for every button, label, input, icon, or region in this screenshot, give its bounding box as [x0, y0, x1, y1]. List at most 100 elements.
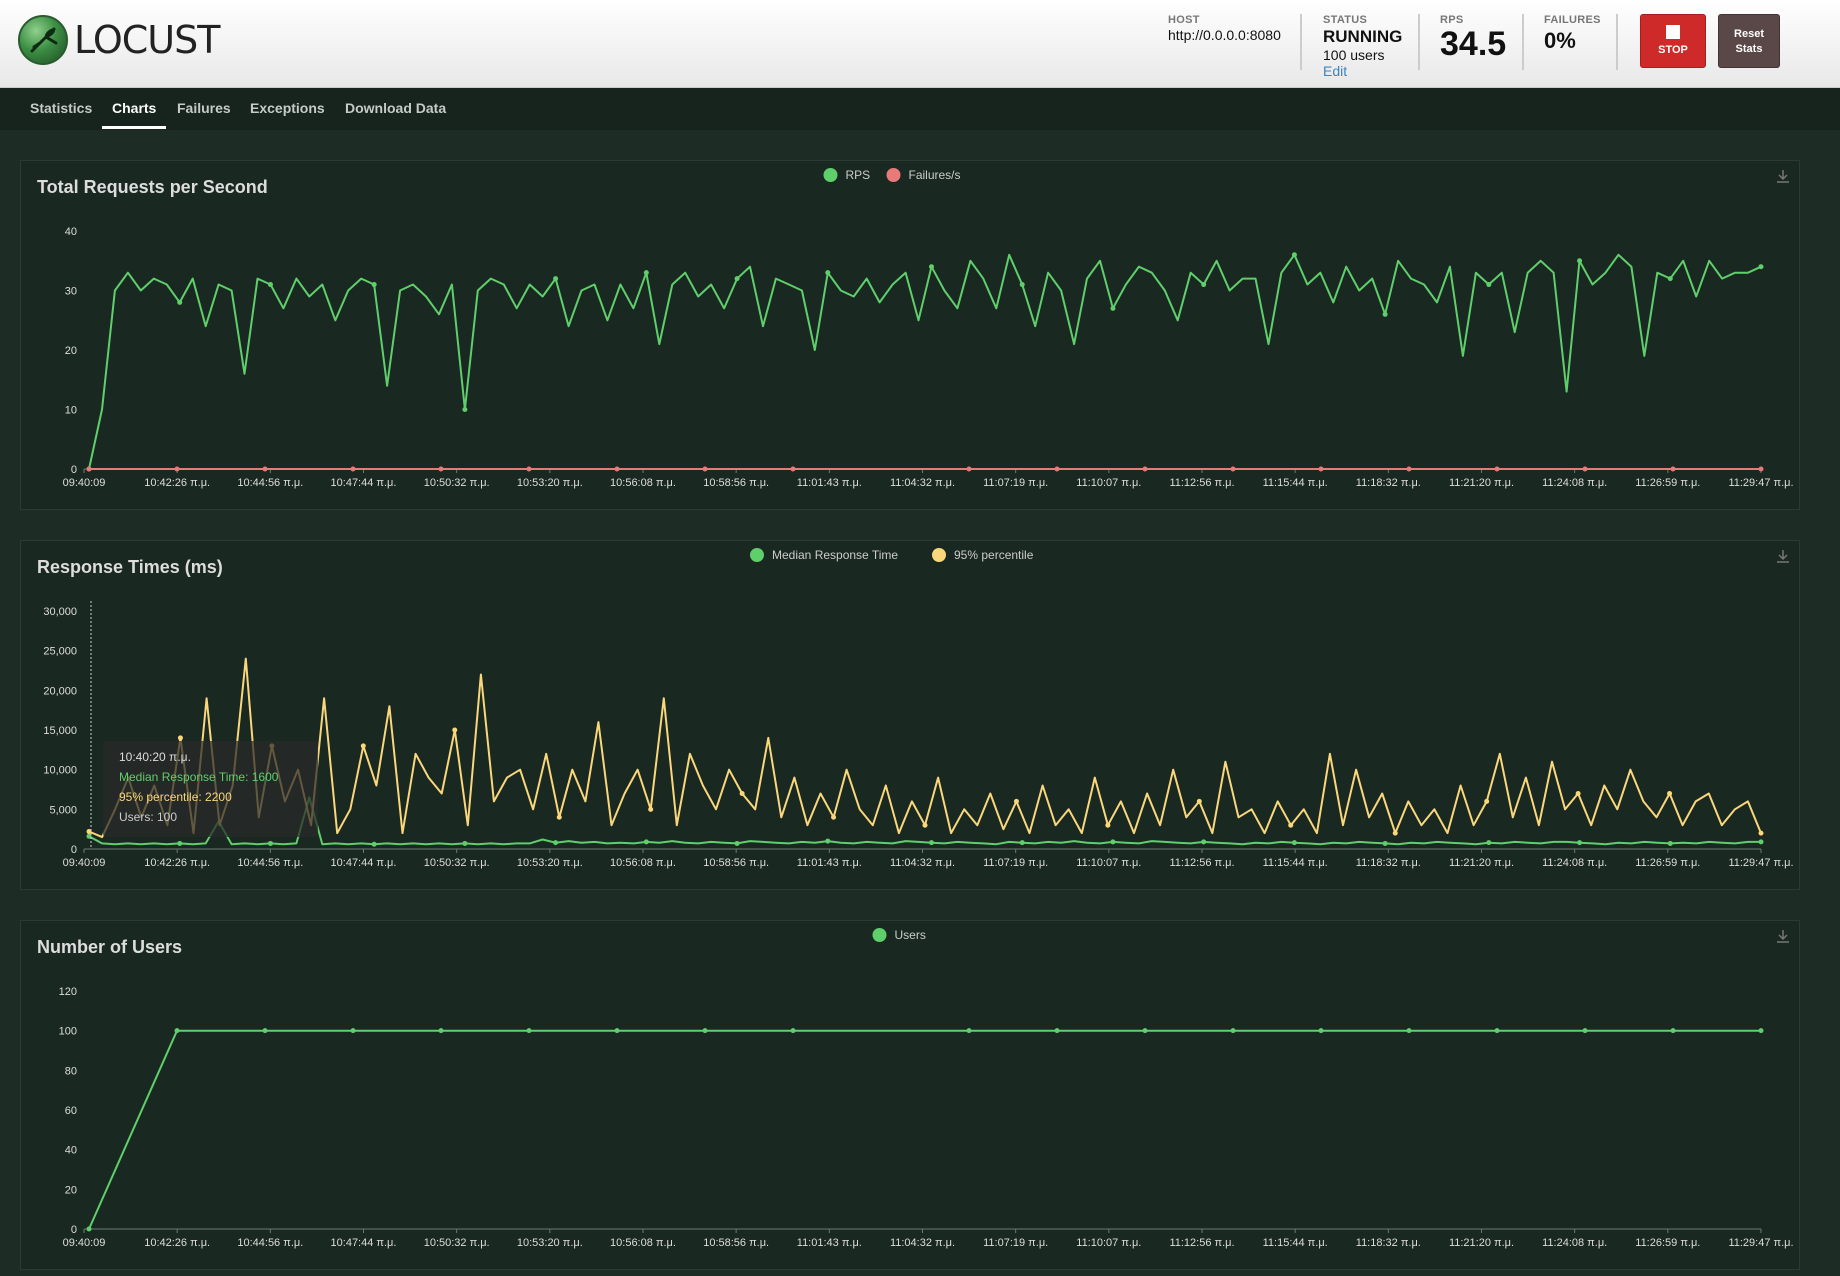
rps-chart: RPS Failures/s 0 10 20 30 40 09:40:09 10:42:26 π… — [63, 168, 1794, 489]
data-point — [371, 841, 377, 847]
stop-button[interactable]: STOP — [1640, 14, 1706, 68]
reset-stats-button[interactable]: Reset Stats — [1718, 14, 1780, 68]
data-point — [553, 276, 559, 282]
tab-exceptions[interactable]: Exceptions — [250, 100, 325, 116]
y-tick-label: 5,000 — [49, 804, 77, 816]
x-tick-label: 11:29:47 π.μ. — [1728, 477, 1793, 489]
data-point — [1142, 1028, 1148, 1034]
x-tick-label: 11:10:07 π.μ. — [1076, 477, 1141, 489]
x-tick-label: 10:50:32 π.μ. — [424, 857, 490, 869]
status-label: STATUS — [1323, 14, 1368, 26]
tooltip-p95: 95% percentile: 2200 — [119, 790, 232, 804]
data-point — [262, 466, 268, 472]
x-tick-label: 11:26:59 π.μ. — [1635, 857, 1700, 869]
x-tick-label: 09:40:09 — [63, 477, 106, 489]
x-tick-label: 09:40:09 — [63, 857, 106, 869]
y-tick-label: 20 — [65, 1184, 77, 1196]
data-point — [1054, 1028, 1060, 1034]
legend-swatch — [823, 168, 838, 182]
stat-divider — [1300, 14, 1302, 70]
data-point — [825, 270, 831, 276]
y-tick-label: 20 — [65, 345, 77, 357]
top-bar: LOCUST HOST http://0.0.0.0:8080 STATUS R… — [0, 0, 1840, 88]
data-point — [1013, 798, 1019, 804]
x-tick-label: 09:40:09 — [63, 1237, 106, 1249]
data-point — [1758, 1028, 1764, 1034]
legend-swatch — [750, 548, 764, 562]
x-tick-label: 11:07:19 π.μ. — [983, 477, 1048, 489]
x-tick-label: 10:56:08 π.μ. — [610, 477, 676, 489]
x-tick-label: 10:44:56 π.μ. — [237, 1237, 303, 1249]
x-tick-label: 10:58:56 π.μ. — [703, 477, 769, 489]
data-point — [1196, 798, 1202, 804]
legend-swatch — [872, 928, 887, 942]
data-point — [526, 466, 532, 472]
data-point — [1406, 466, 1412, 472]
data-point — [1291, 252, 1297, 258]
y-tick-label: 15,000 — [43, 725, 77, 737]
data-point — [1019, 282, 1025, 288]
edit-users-link[interactable]: Edit — [1323, 63, 1402, 79]
response-times-chart: Median Response Time 95% percentile 0 5,000… — [43, 548, 1794, 869]
y-tick-label: 0 — [71, 844, 77, 856]
x-tick-label: 11:01:43 π.μ. — [797, 857, 862, 869]
data-point — [1230, 1028, 1236, 1034]
x-tick-label: 10:58:56 π.μ. — [703, 857, 769, 869]
data-point — [1758, 264, 1764, 270]
host-label: HOST — [1168, 14, 1200, 26]
x-tick-label: 11:10:07 π.μ. — [1076, 1237, 1141, 1249]
tooltip-time: 10:40:20 π.μ. — [119, 750, 191, 764]
tab-failures[interactable]: Failures — [177, 100, 231, 116]
x-tick-label: 11:04:32 π.μ. — [890, 1237, 955, 1249]
legend-label: RPS — [846, 168, 871, 182]
x-tick-label: 11:21:20 π.μ. — [1449, 477, 1514, 489]
status-stat: STATUS RUNNING 100 users Edit — [1323, 14, 1402, 79]
data-point — [928, 264, 934, 270]
y-tick-label: 25,000 — [43, 646, 77, 658]
data-point — [648, 806, 654, 812]
data-point — [1201, 839, 1207, 845]
data-point — [614, 466, 620, 472]
x-tick-label: 11:18:32 π.μ. — [1356, 1237, 1421, 1249]
data-point — [734, 840, 740, 846]
tab-charts[interactable]: Charts — [112, 100, 156, 116]
chart-panel-users: Number of Users Users 0 20 40 60 80 100 120 09:4… — [20, 920, 1800, 1270]
tab-download-data[interactable]: Download Data — [345, 100, 446, 116]
users-count: 100 users — [1323, 47, 1385, 63]
data-point — [739, 790, 745, 796]
data-point — [267, 840, 273, 846]
y-tick-label: 30 — [65, 286, 77, 298]
x-tick-label: 10:47:44 π.μ. — [331, 1237, 397, 1249]
x-tick-label: 10:44:56 π.μ. — [237, 857, 303, 869]
locust-logo[interactable]: LOCUST — [18, 15, 220, 65]
y-tick-label: 20,000 — [43, 685, 77, 697]
x-tick-label: 10:53:20 π.μ. — [517, 1237, 583, 1249]
x-tick-label: 11:12:56 π.μ. — [1169, 857, 1234, 869]
reset-label-stats: Stats — [1735, 43, 1763, 55]
rps-value: 34.5 — [1440, 25, 1507, 63]
legend-swatch — [932, 548, 946, 562]
x-tick-label: 11:12:56 π.μ. — [1169, 477, 1234, 489]
x-tick-label: 10:42:26 π.μ. — [144, 857, 210, 869]
data-point — [350, 1028, 356, 1034]
data-point — [1382, 311, 1388, 317]
data-point — [1318, 466, 1324, 472]
data-point — [262, 1028, 268, 1034]
data-point — [462, 840, 468, 846]
data-point — [174, 1028, 180, 1034]
data-point — [86, 466, 92, 472]
x-tick-label: 10:44:56 π.μ. — [237, 477, 303, 489]
data-point — [1392, 830, 1398, 836]
reset-label: Reset — [1734, 28, 1764, 40]
failures-label: FAILURES — [1544, 14, 1601, 26]
logo-text: LOCUST — [74, 18, 220, 62]
users-chart: Users 0 20 40 60 80 100 120 09:40:09 10:42:26 π.μ… — [59, 928, 1794, 1249]
x-tick-label: 11:07:19 π.μ. — [983, 1237, 1048, 1249]
failures-value: 0% — [1544, 28, 1576, 53]
chart-panel-response-times: Response Times (ms) Median Response Time… — [20, 540, 1800, 890]
data-point — [1110, 305, 1116, 311]
x-tick-label: 10:56:08 π.μ. — [610, 1237, 676, 1249]
stat-divider — [1616, 14, 1618, 70]
tab-statistics[interactable]: Statistics — [30, 100, 92, 116]
series-line — [88, 1029, 1761, 1230]
